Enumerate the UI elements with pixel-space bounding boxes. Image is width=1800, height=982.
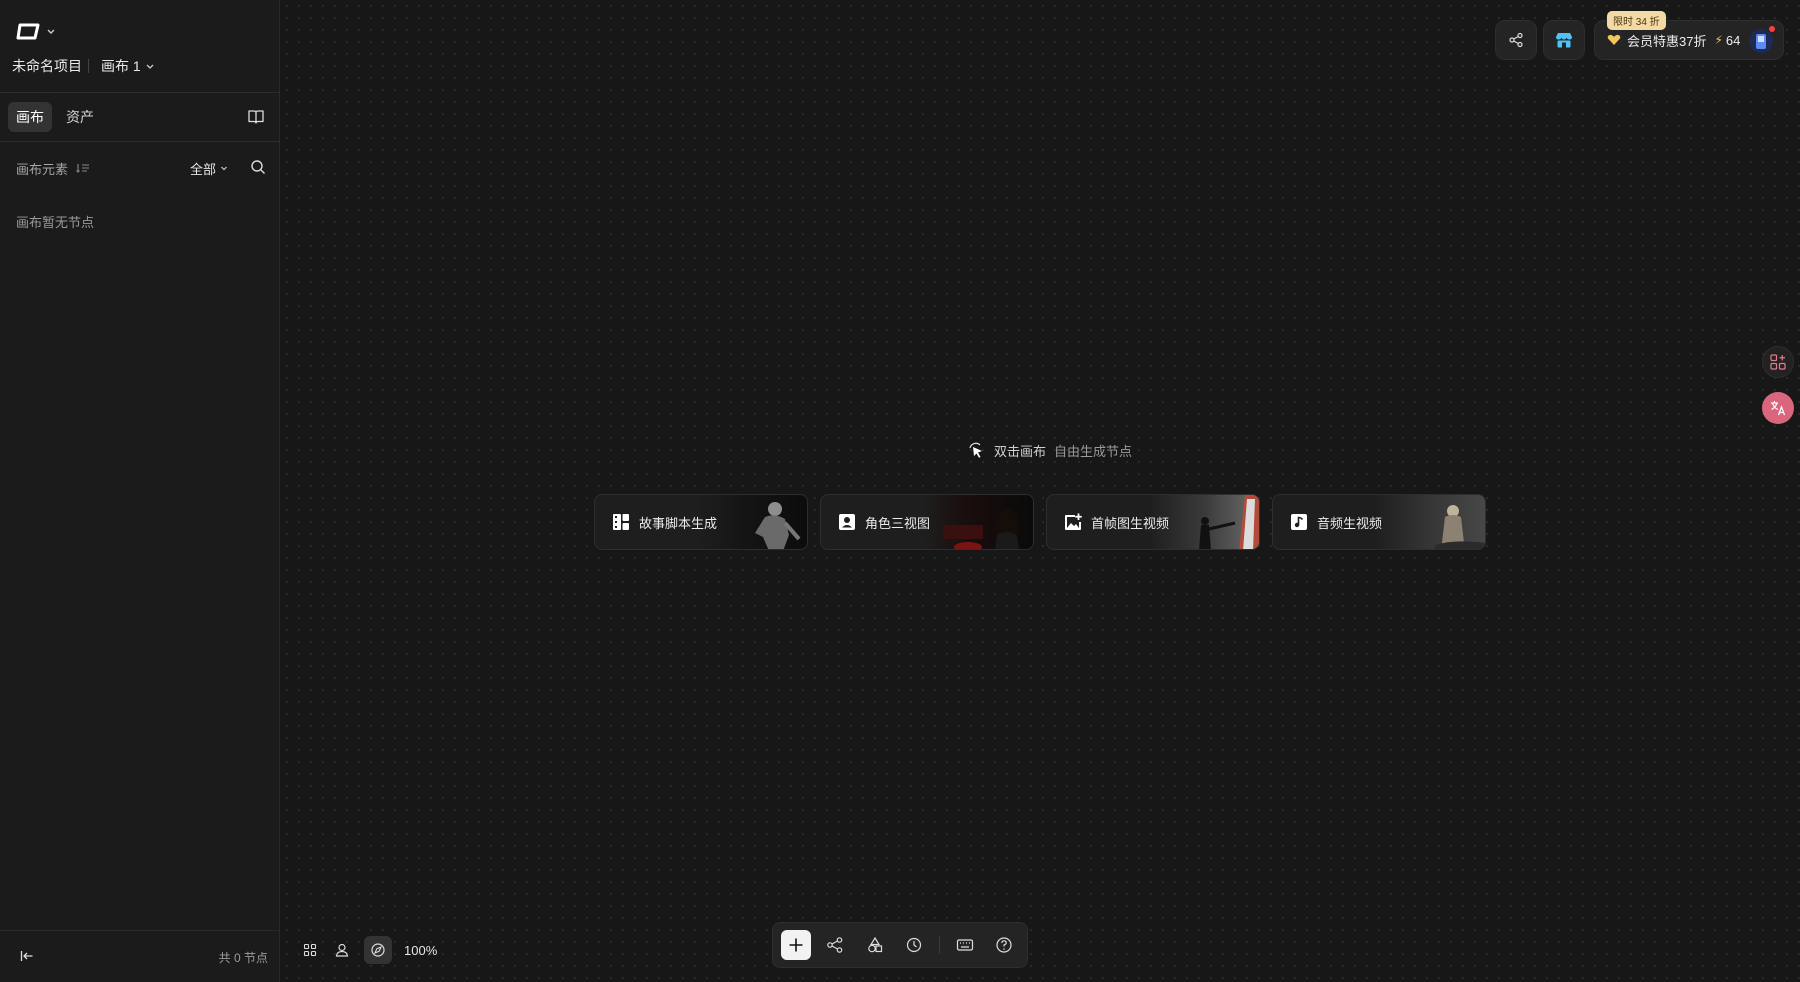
filter-value: 全部: [189, 161, 216, 177]
avatar[interactable]: [1749, 29, 1773, 53]
empty-nodes-message: 画布暂无节点: [16, 215, 95, 230]
member-offer-button[interactable]: 限时 34 折 会员特惠37折 ⚡ 64: [1594, 11, 1784, 60]
hint-subtext: 自由生成节点: [1054, 443, 1133, 459]
discount-badge: 限时 34 折: [1607, 11, 1666, 30]
collaborators-button[interactable]: [332, 940, 352, 960]
compass-icon: [371, 943, 385, 957]
shapes-icon: [867, 936, 882, 953]
node-count: 共 0 节点: [218, 951, 268, 965]
lightning-icon: ⚡: [1714, 33, 1723, 47]
card-label: 首帧图生视频: [1091, 515, 1170, 531]
card-character-views[interactable]: 角色三视图: [820, 494, 1034, 550]
sidebar-footer: 共 0 节点: [0, 930, 280, 982]
user-avatar-icon: [1756, 34, 1766, 49]
music-note-icon: [1291, 514, 1307, 530]
card-label: 故事脚本生成: [639, 515, 718, 531]
project-name[interactable]: 未命名项目: [12, 56, 82, 76]
canvas-name: 画布 1: [101, 58, 141, 74]
app-logo-icon: [16, 23, 40, 40]
canvas-hint: 双击画布 自由生成节点: [966, 440, 1132, 460]
caret-down-icon: [221, 166, 227, 171]
image-add-icon: [1065, 513, 1082, 530]
audio-thumbnail: [1375, 495, 1485, 549]
store-icon: [1556, 33, 1572, 48]
share-icon: [1509, 32, 1523, 48]
apps-add-icon: [1770, 354, 1786, 370]
tab-assets[interactable]: 资产: [58, 102, 102, 132]
keyboard-icon: [956, 939, 973, 951]
workflow-icon: [827, 937, 843, 953]
credit-balance: 64: [1725, 32, 1741, 48]
translate-button[interactable]: [1762, 392, 1794, 424]
card-audio-video[interactable]: 音频生视频: [1272, 494, 1486, 550]
sort-icon[interactable]: [76, 162, 90, 174]
sidebar: 未命名项目 画布 1 画布 资产 画布元素 全部 画布暂无节点 共 0 节点: [0, 0, 280, 982]
logo-menu[interactable]: [16, 20, 56, 42]
view-controls: 100%: [300, 936, 437, 964]
divider: [0, 141, 280, 142]
elements-title: 画布元素: [16, 161, 69, 177]
project-breadcrumb: 未命名项目 画布 1: [12, 56, 155, 76]
hint-text: 双击画布: [994, 443, 1047, 459]
double-click-pointer-icon: [969, 442, 982, 458]
chevron-down-icon: [146, 64, 154, 69]
notification-dot: [1769, 26, 1775, 32]
grid-icon: [303, 943, 317, 957]
storyboard-icon: [613, 514, 629, 530]
card-label: 角色三视图: [865, 515, 931, 531]
translate-icon: [1771, 401, 1786, 416]
card-story-script[interactable]: 故事脚本生成: [594, 494, 808, 550]
minimap-button[interactable]: [300, 940, 320, 960]
workflow-button[interactable]: [821, 930, 851, 960]
tab-canvas[interactable]: 画布: [8, 102, 52, 132]
diamond-heart-icon: [1607, 34, 1621, 45]
chevron-down-icon: [47, 29, 55, 34]
app-root: 未命名项目 画布 1 画布 资产 画布元素 全部 画布暂无节点 共 0 节点 限…: [0, 0, 1800, 982]
card-first-frame-video[interactable]: 首帧图生视频: [1046, 494, 1260, 550]
store-button[interactable]: [1543, 20, 1585, 60]
history-button[interactable]: [900, 930, 930, 960]
breadcrumb-divider: [88, 59, 89, 73]
elements-header: 画布元素 全部: [16, 158, 266, 178]
collapse-sidebar-icon[interactable]: [20, 949, 34, 963]
zoom-level[interactable]: 100%: [404, 943, 437, 958]
divider: [0, 92, 280, 93]
navigation-mode-button[interactable]: [364, 936, 392, 964]
share-button[interactable]: [1495, 20, 1537, 60]
book-icon[interactable]: [247, 108, 265, 126]
user-icon: [335, 943, 349, 957]
character-thumbnail: [923, 495, 1033, 549]
add-widget-button[interactable]: [1762, 346, 1794, 378]
bottom-toolbar: [772, 922, 1028, 968]
add-node-button[interactable]: [781, 930, 811, 960]
keyboard-shortcuts-button[interactable]: [950, 930, 980, 960]
element-filter-dropdown[interactable]: 全部: [190, 159, 228, 178]
toolbar-divider: [939, 936, 940, 954]
portrait-icon: [839, 514, 855, 530]
plus-icon: [789, 938, 803, 952]
search-icon[interactable]: [250, 159, 266, 175]
clock-icon: [907, 937, 922, 953]
card-label: 音频生视频: [1317, 515, 1383, 531]
help-icon: [996, 937, 1012, 953]
quick-start-cards: 故事脚本生成 角色三视图 首帧图生视频 音频生视频: [594, 494, 1486, 550]
shapes-button[interactable]: [860, 930, 890, 960]
canvas-selector[interactable]: 画布 1: [101, 56, 155, 76]
member-offer-label: 会员特惠37折: [1627, 33, 1707, 49]
sidebar-tabs: 画布 资产: [8, 102, 102, 132]
help-button[interactable]: [989, 930, 1019, 960]
canvas-area[interactable]: [281, 0, 1800, 982]
